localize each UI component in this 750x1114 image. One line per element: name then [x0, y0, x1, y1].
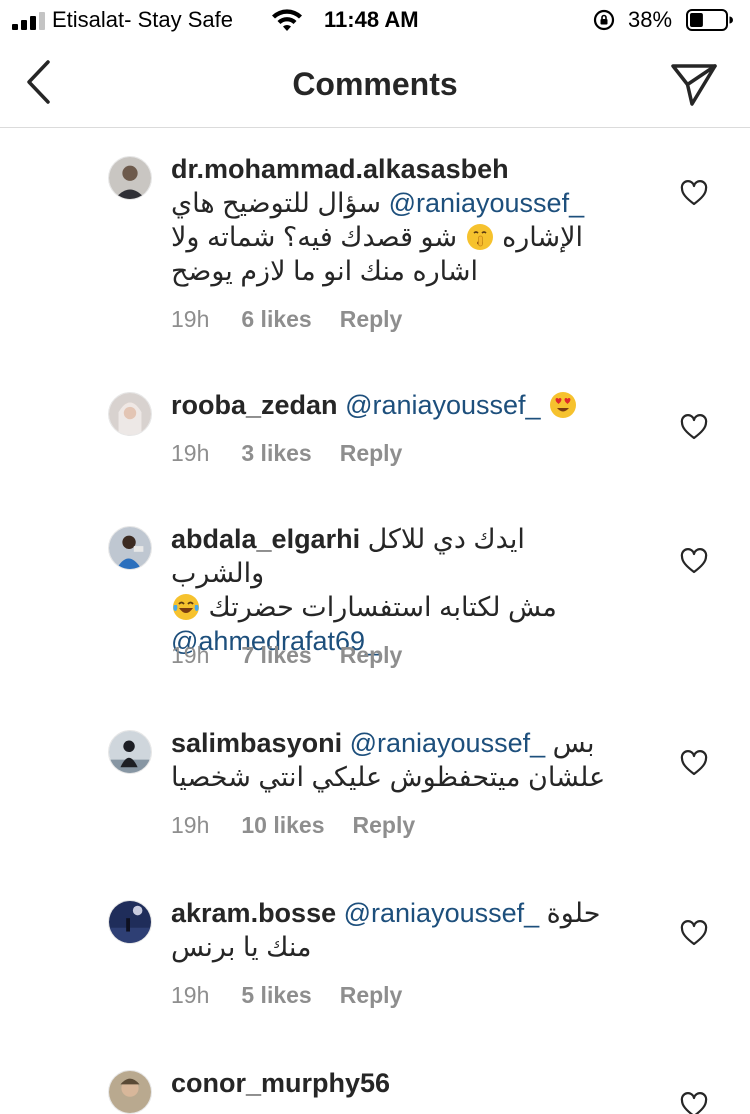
battery-percent: 38% — [628, 7, 673, 32]
reply-button[interactable]: Reply — [340, 982, 403, 1009]
comment-meta: 19h 6 likes Reply — [171, 306, 430, 333]
comment-meta: 19h 10 likes Reply — [171, 812, 443, 839]
battery-icon — [686, 9, 733, 31]
like-heart-icon[interactable] — [680, 750, 708, 776]
comment-text: حلوة — [546, 898, 601, 928]
likes-count[interactable]: 6 likes — [241, 306, 311, 333]
comment-text: شو قصدك فيه؟ شماته ولا — [171, 222, 458, 252]
comment-body: dr.mohammad.alkasasbeh سؤال للتوضيح هاي … — [171, 152, 611, 288]
avatar[interactable] — [108, 730, 152, 774]
reply-button[interactable]: Reply — [353, 812, 416, 839]
comment-body: salimbasyoni @raniayoussef_ بس علشان ميت… — [171, 726, 611, 794]
comment-time: 19h — [171, 812, 210, 838]
comment-text-line: منك يا برنس — [171, 932, 312, 962]
likes-count[interactable]: 7 likes — [241, 642, 311, 669]
mention-link[interactable]: @raniayoussef_ — [389, 188, 585, 218]
comment-meta: 19h 5 likes Reply — [171, 982, 430, 1009]
comment-username[interactable]: conor_murphy56 — [171, 1068, 390, 1098]
reply-button[interactable]: Reply — [340, 306, 403, 333]
comment-item: rooba_zedan @raniayoussef_ 19h 3 likes Rep… — [0, 386, 750, 486]
comments-header: Comments — [0, 40, 750, 128]
like-heart-icon[interactable] — [680, 920, 708, 946]
likes-count[interactable]: 5 likes — [241, 982, 311, 1009]
mention-link[interactable]: @raniayoussef_ — [344, 898, 540, 928]
comment-text: سؤال للتوضيح هاي — [171, 188, 382, 218]
status-time: 11:48 AM — [324, 7, 419, 32]
comment-item: akram.bosse @raniayoussef_ حلوة منك يا ب… — [0, 894, 750, 1014]
comment-text-line: مش لكتابه استفسارات حضرتك — [171, 590, 611, 624]
reply-button[interactable]: Reply — [340, 440, 403, 467]
avatar[interactable] — [108, 900, 152, 944]
comment-text: مش لكتابه استفسارات حضرتك — [208, 592, 557, 622]
likes-count[interactable]: 10 likes — [241, 812, 324, 839]
avatar[interactable] — [108, 392, 152, 436]
avatar[interactable] — [108, 156, 152, 200]
avatar[interactable] — [108, 526, 152, 570]
comment-username[interactable]: akram.bosse — [171, 898, 336, 928]
wifi-icon — [272, 9, 302, 31]
carrier-name: Etisalat- Stay Safe — [52, 7, 233, 32]
reply-button[interactable]: Reply — [340, 642, 403, 669]
comment-text-line: علشان ميتحفظوش عليكي انتي شخصيا — [171, 762, 606, 792]
comment-text-line: اشاره منك انو ما لازم يوضح — [171, 256, 479, 286]
mention-link[interactable]: @raniayoussef_ — [345, 390, 541, 420]
share-button[interactable] — [668, 60, 720, 108]
orientation-lock-icon — [593, 9, 615, 31]
comment-text-line: الإشاره شو قصدك فيه؟ شماته ولا — [171, 220, 611, 254]
paper-plane-icon — [671, 64, 717, 106]
comment-item: conor_murphy56 — [0, 1064, 750, 1114]
comment-body: conor_murphy56 — [171, 1066, 611, 1100]
comment-body: rooba_zedan @raniayoussef_ — [171, 388, 611, 422]
likes-count[interactable]: 3 likes — [241, 440, 311, 467]
mention-link[interactable]: @raniayoussef_ — [350, 728, 546, 758]
comment-text-line: سؤال للتوضيح هاي @raniayoussef_ — [171, 186, 611, 220]
signal-strength-icon — [12, 12, 48, 30]
comment-body: akram.bosse @raniayoussef_ حلوة منك يا ب… — [171, 896, 611, 964]
comment-time: 19h — [171, 642, 210, 668]
like-heart-icon[interactable] — [680, 414, 708, 440]
comment-body: abdala_elgarhi ايدك دي للاكل والشرب مش ل… — [171, 522, 611, 658]
tears-of-joy-emoji — [173, 594, 199, 620]
comment-username[interactable]: rooba_zedan — [171, 390, 338, 420]
status-bar: Etisalat- Stay Safe 11:48 AM 38% — [0, 0, 750, 40]
like-heart-icon[interactable] — [680, 548, 708, 574]
page-title: Comments — [292, 66, 458, 102]
comment-item: dr.mohammad.alkasasbeh سؤال للتوضيح هاي … — [0, 150, 750, 350]
like-heart-icon[interactable] — [680, 1092, 708, 1114]
comment-time: 19h — [171, 440, 210, 466]
comment-username[interactable]: abdala_elgarhi — [171, 524, 360, 554]
comment-time: 19h — [171, 982, 210, 1008]
comment-item: salimbasyoni @raniayoussef_ بس علشان ميت… — [0, 724, 750, 844]
avatar[interactable] — [108, 1070, 152, 1114]
comment-item: abdala_elgarhi ايدك دي للاكل والشرب مش ل… — [0, 520, 750, 680]
comment-username[interactable]: dr.mohammad.alkasasbeh — [171, 154, 509, 184]
comment-text: بس — [552, 728, 595, 758]
like-heart-icon[interactable] — [680, 180, 708, 206]
heart-eyes-emoji — [550, 392, 577, 418]
comment-meta: 19h 3 likes Reply — [171, 440, 430, 467]
comment-username[interactable]: salimbasyoni — [171, 728, 342, 758]
comment-meta: 19h 7 likes Reply — [171, 642, 430, 669]
comment-time: 19h — [171, 306, 210, 332]
shushing-face-emoji — [466, 224, 493, 250]
comment-text: الإشاره — [502, 222, 584, 252]
